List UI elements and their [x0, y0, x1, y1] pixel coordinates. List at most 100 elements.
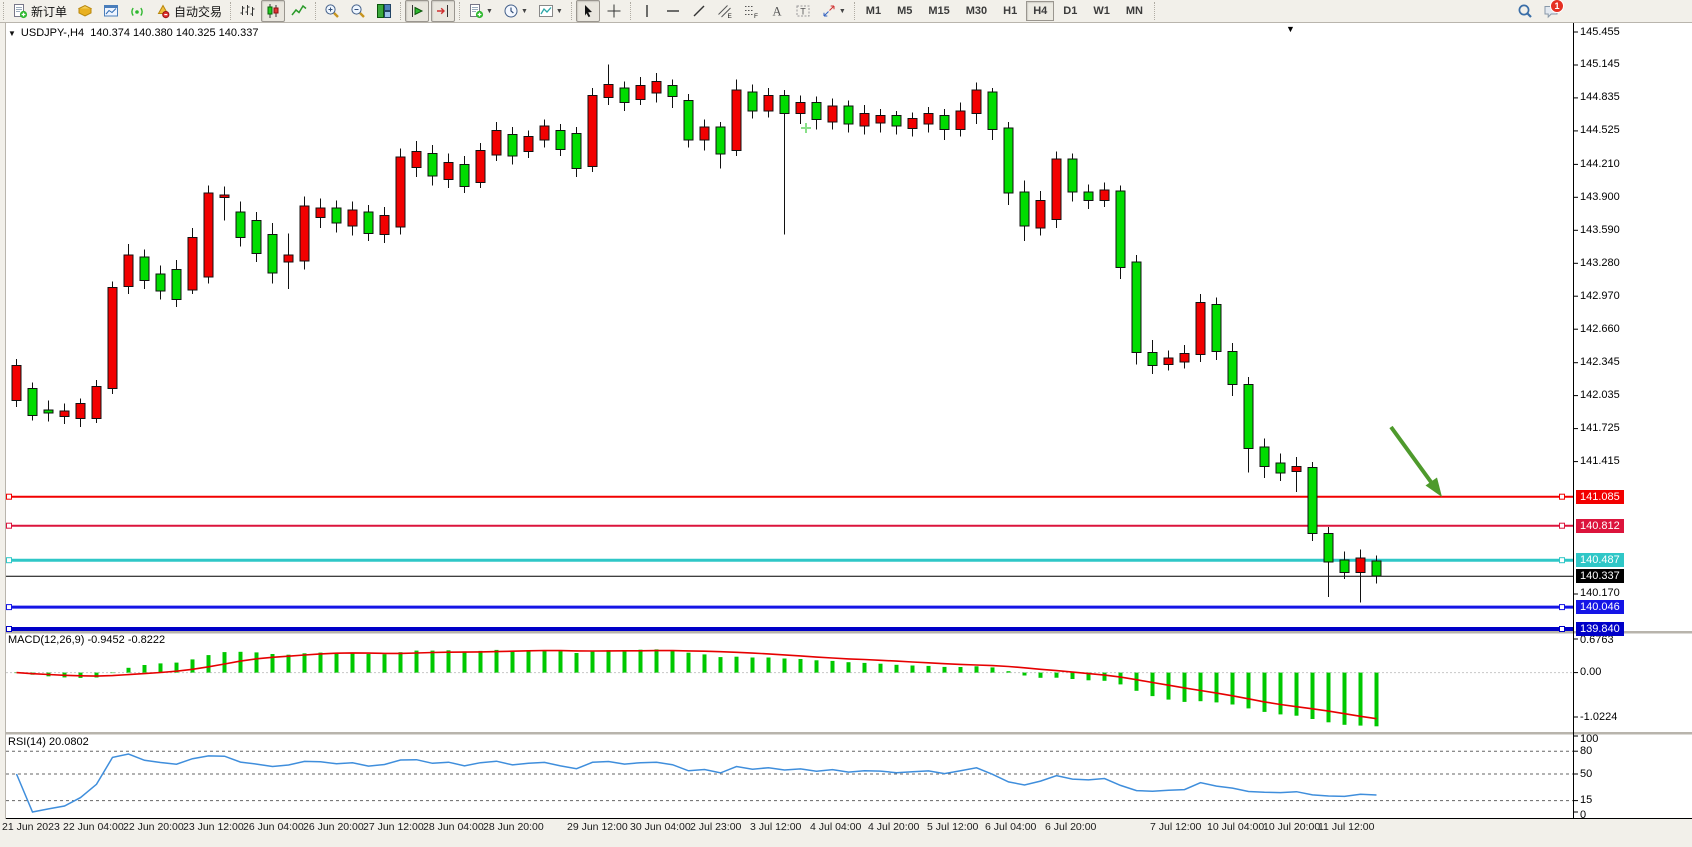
- bar-chart-icon: [239, 3, 255, 19]
- toolbar-button-bar-chart[interactable]: [235, 0, 259, 22]
- chart-shift-marker[interactable]: ▼: [1286, 24, 1295, 34]
- toolbar-button-tf-m1[interactable]: M1: [859, 1, 888, 21]
- price-tick: 145.145: [1580, 58, 1620, 70]
- toolbar-button-periods[interactable]: ▼: [499, 0, 532, 22]
- time-label: 21 Jun 2023: [2, 821, 60, 833]
- toolbar-button-tf-m5[interactable]: M5: [890, 1, 919, 21]
- time-label: 2 Jul 23:00: [690, 821, 741, 833]
- price-tick: 141.725: [1580, 422, 1620, 434]
- arrows-dropdown-icon[interactable]: ▼: [839, 8, 846, 15]
- svg-text:A: A: [772, 5, 781, 19]
- toolbar-separator: [1154, 2, 1155, 20]
- macd-axis-tick: -1.0224: [1580, 711, 1617, 723]
- ohlc-quote-label: 140.374 140.380 140.325 140.337: [90, 27, 258, 39]
- price-level-tag: 139.840: [1576, 622, 1624, 636]
- chart-title: ▼ USDJPY-,H4 140.374 140.380 140.325 140.…: [8, 27, 258, 39]
- toolbar-button-tf-d1[interactable]: D1: [1056, 1, 1084, 21]
- notifications-icon: 1: [1543, 3, 1559, 19]
- time-label: 5 Jul 12:00: [927, 821, 978, 833]
- macd-axis-tick: 0.00: [1580, 666, 1601, 678]
- toolbar-button-cursor[interactable]: [576, 0, 600, 22]
- toolbar-button-tile-windows[interactable]: [372, 0, 396, 22]
- toolbar-right-group: 1: [1512, 0, 1564, 22]
- toolbar-button-new-order[interactable]: 新订单: [8, 0, 71, 22]
- toolbar-button-tf-mn[interactable]: MN: [1119, 1, 1150, 21]
- indicators-dropdown-icon[interactable]: ▼: [486, 8, 493, 15]
- toolbar-separator: [230, 2, 231, 20]
- toolbar-button-vertical-line[interactable]: [635, 0, 659, 22]
- svg-text:E: E: [727, 13, 732, 19]
- price-tick: 142.035: [1580, 389, 1620, 401]
- toolbar-separator: [571, 2, 572, 20]
- periods-icon: [503, 3, 519, 19]
- price-level-tag: 140.487: [1576, 553, 1624, 567]
- chart-shift-icon: [435, 3, 451, 19]
- toolbar-button-horizontal-line[interactable]: [661, 0, 685, 22]
- toolbar-button-data-window[interactable]: [99, 0, 123, 22]
- price-tick: 143.280: [1580, 257, 1620, 269]
- time-label: 4 Jul 20:00: [868, 821, 919, 833]
- time-label: 27 Jun 12:00: [363, 821, 424, 833]
- toolbar-button-text-label[interactable]: T: [791, 0, 815, 22]
- price-tick: 144.210: [1580, 158, 1620, 170]
- equidistant-channel-icon: E: [717, 3, 733, 19]
- toolbar-separator: [315, 2, 316, 20]
- price-tick: 141.415: [1580, 455, 1620, 467]
- text-icon: A: [769, 3, 785, 19]
- toolbar-button-line-chart[interactable]: [287, 0, 311, 22]
- new-order-icon: [12, 3, 28, 19]
- toolbar-button-indicators[interactable]: ▼: [464, 0, 497, 22]
- data-window-icon: [103, 3, 119, 19]
- toolbar-button-notifications[interactable]: 1: [1539, 0, 1563, 22]
- zoom-in-icon: [324, 3, 340, 19]
- time-label: 11 Jul 12:00: [1318, 821, 1374, 833]
- toolbar-button-equidistant-channel[interactable]: E: [713, 0, 737, 22]
- toolbar-button-auto-scroll[interactable]: [405, 0, 429, 22]
- rsi-label: RSI(14) 20.0802: [8, 736, 89, 748]
- price-tick: 144.835: [1580, 91, 1620, 103]
- toolbar: 新订单 自动交易 ▼ ▼ ▼ E FAT ▼ M1M5M15M30H1H4D1W1MN 1: [0, 0, 1692, 23]
- indicators-icon: [468, 3, 484, 19]
- time-label: 6 Jul 20:00: [1045, 821, 1096, 833]
- crosshair-icon: [606, 3, 622, 19]
- toolbar-button-zoom-in[interactable]: [320, 0, 344, 22]
- toolbar-button-crosshair[interactable]: [602, 0, 626, 22]
- toolbar-button-text[interactable]: A: [765, 0, 789, 22]
- toolbar-button-search[interactable]: [1513, 0, 1537, 22]
- toolbar-button-chart-shift[interactable]: [431, 0, 455, 22]
- time-label: 6 Jul 04:00: [985, 821, 1036, 833]
- signals-icon: [129, 3, 145, 19]
- price-level-tag: 140.046: [1576, 600, 1624, 614]
- chart-canvas[interactable]: [0, 23, 1692, 847]
- toolbar-button-arrows[interactable]: ▼: [817, 0, 850, 22]
- symbol-period-label: USDJPY-,H4: [21, 27, 84, 39]
- periods-dropdown-icon[interactable]: ▼: [521, 8, 528, 15]
- arrows-icon: [821, 3, 837, 19]
- search-icon: [1517, 3, 1533, 19]
- toolbar-button-candlestick[interactable]: [261, 0, 285, 22]
- toolbar-button-trendline[interactable]: [687, 0, 711, 22]
- toolbar-button-signals[interactable]: [125, 0, 149, 22]
- toolbar-separator: [854, 2, 855, 20]
- auto-scroll-icon: [409, 3, 425, 19]
- application-window: 新订单 自动交易 ▼ ▼ ▼ E FAT ▼ M1M5M15M30H1H4D1W1MN 1 ▼ US…: [0, 0, 1692, 847]
- fibonacci-icon: F: [743, 3, 759, 19]
- templates-dropdown-icon[interactable]: ▼: [556, 8, 563, 15]
- toolbar-button-tf-h1[interactable]: H1: [996, 1, 1024, 21]
- toolbar-button-zoom-out[interactable]: [346, 0, 370, 22]
- toolbar-button-tf-h4[interactable]: H4: [1026, 1, 1054, 21]
- toolbar-button-tf-w1[interactable]: W1: [1086, 1, 1117, 21]
- toolbar-button-market-watch[interactable]: [73, 0, 97, 22]
- toolbar-button-tf-m15[interactable]: M15: [921, 1, 956, 21]
- toolbar-button-autotrading[interactable]: 自动交易: [151, 0, 226, 22]
- price-tick: 143.590: [1580, 224, 1620, 236]
- current-price-tag: 140.337: [1576, 569, 1624, 583]
- cursor-icon: [580, 3, 596, 19]
- toolbar-button-tf-m30[interactable]: M30: [959, 1, 994, 21]
- new-order-label: 新订单: [31, 3, 67, 20]
- price-tick: 145.455: [1580, 26, 1620, 38]
- collapse-triangle-icon[interactable]: ▼: [8, 29, 16, 38]
- toolbar-button-fibonacci[interactable]: F: [739, 0, 763, 22]
- toolbar-button-templates[interactable]: ▼: [534, 0, 567, 22]
- rsi-axis-tick: 15: [1580, 794, 1592, 806]
